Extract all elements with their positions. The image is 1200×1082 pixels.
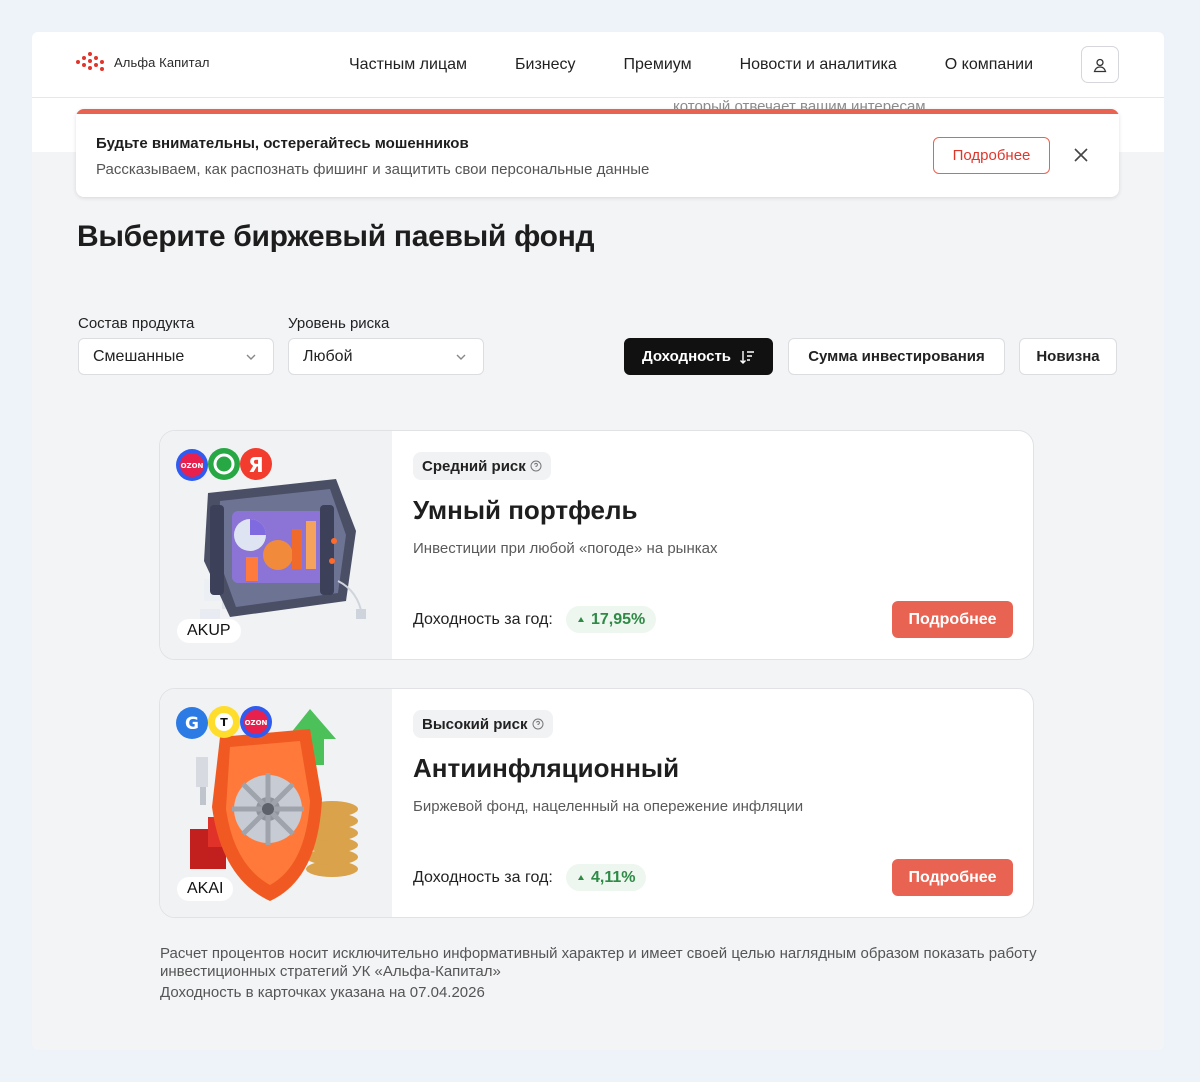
nav-private[interactable]: Частным лицам bbox=[349, 56, 467, 74]
logo[interactable]: Альфа Капитал bbox=[76, 52, 210, 72]
fund-image-anti-inflation: G Т OZON AKAI bbox=[160, 689, 392, 917]
fund-image-smart-portfolio: OZON Я AKUP bbox=[160, 431, 392, 659]
help-icon[interactable] bbox=[532, 718, 544, 730]
svg-text:OZON: OZON bbox=[245, 719, 268, 727]
sort-yield-button[interactable]: Доходность bbox=[624, 338, 773, 375]
page: который отвечает вашим интересам Альфа К… bbox=[32, 32, 1164, 1050]
chevron-down-icon bbox=[246, 354, 256, 360]
yield-value: 4,11% bbox=[591, 868, 636, 886]
logo-text: Альфа Капитал bbox=[114, 54, 210, 70]
yield-badge: 17,95% bbox=[566, 606, 657, 633]
risk-badge: Высокий риск bbox=[413, 710, 553, 738]
disclaimer: Расчет процентов носит исключительно инф… bbox=[160, 945, 1040, 1002]
sort-yield-label: Доходность bbox=[641, 348, 732, 365]
risk-badge-label: Средний риск bbox=[422, 457, 526, 475]
nav-news[interactable]: Новости и аналитика bbox=[740, 56, 897, 74]
composition-label: Состав продукта bbox=[78, 315, 195, 332]
fund-ticker: AKAI bbox=[177, 877, 234, 901]
fund-name: Умный портфель bbox=[413, 495, 638, 525]
fraud-alert: Будьте внимательны, остерегайтесь мошенн… bbox=[76, 109, 1119, 197]
risk-select[interactable]: Любой bbox=[288, 338, 484, 375]
yield-value: 17,95% bbox=[591, 610, 646, 628]
disclaimer-text: Расчет процентов носит исключительно инф… bbox=[160, 945, 1037, 980]
fund-ticker: AKUP bbox=[177, 619, 241, 643]
svg-text:OZON: OZON bbox=[181, 462, 204, 470]
profile-button[interactable] bbox=[1081, 46, 1119, 83]
nav-about[interactable]: О компании bbox=[945, 56, 1033, 74]
triangle-up-icon bbox=[578, 616, 584, 622]
chevron-down-icon bbox=[456, 354, 466, 360]
alert-more-button[interactable]: Подробнее bbox=[933, 137, 1050, 174]
sort-amount-button[interactable]: Сумма инвестирования bbox=[788, 338, 1005, 375]
fund-more-button[interactable]: Подробнее bbox=[892, 601, 1013, 638]
alert-text: Рассказываем, как распознать фишинг и за… bbox=[96, 161, 650, 178]
sort-novelty-button[interactable]: Новизна bbox=[1019, 338, 1117, 375]
yield-badge: 4,11% bbox=[566, 864, 647, 891]
composition-value: Смешанные bbox=[93, 347, 185, 365]
hero-text-behind-alert: который отвечает вашим интересам bbox=[673, 98, 926, 109]
composition-select[interactable]: Смешанные bbox=[78, 338, 274, 375]
risk-badge-label: Высокий риск bbox=[422, 715, 528, 733]
risk-label: Уровень риска bbox=[288, 315, 390, 332]
yield-label: Доходность за год: bbox=[413, 611, 553, 628]
svg-text:Я: Я bbox=[248, 453, 263, 477]
fund-description: Инвестиции при любой «погоде» на рынках bbox=[413, 540, 718, 557]
fund-card[interactable]: G Т OZON AKAI Высокий риск Антиинфляцион… bbox=[159, 688, 1034, 918]
fund-name: Антиинфляционный bbox=[413, 753, 680, 783]
disclaimer-date: Доходность в карточках указана на 07.04.… bbox=[160, 984, 485, 1001]
close-icon[interactable] bbox=[1072, 146, 1090, 164]
page-title: Выберите биржевый паевый фонд bbox=[77, 220, 595, 253]
fund-card[interactable]: OZON Я AKUP Средний риск Умный портфель … bbox=[159, 430, 1034, 660]
svg-text:Т: Т bbox=[220, 716, 228, 729]
fund-more-button[interactable]: Подробнее bbox=[892, 859, 1013, 896]
nav-premium[interactable]: Премиум bbox=[624, 56, 692, 74]
sort-descending-icon bbox=[740, 350, 755, 364]
logo-dots-icon bbox=[76, 52, 108, 72]
main-nav: Частным лицам Бизнесу Премиум Новости и … bbox=[349, 32, 1033, 98]
fund-description: Биржевой фонд, нацеленный на опережение … bbox=[413, 798, 804, 815]
svg-text:G: G bbox=[185, 714, 199, 734]
risk-value: Любой bbox=[303, 347, 353, 365]
user-icon bbox=[1093, 58, 1107, 72]
nav-business[interactable]: Бизнесу bbox=[515, 56, 576, 74]
yield-label: Доходность за год: bbox=[413, 869, 553, 886]
triangle-up-icon bbox=[578, 874, 584, 880]
site-header: Альфа Капитал Частным лицам Бизнесу Прем… bbox=[32, 32, 1164, 98]
help-icon[interactable] bbox=[530, 460, 542, 472]
alert-title: Будьте внимательны, остерегайтесь мошенн… bbox=[96, 135, 469, 152]
risk-badge: Средний риск bbox=[413, 452, 551, 480]
